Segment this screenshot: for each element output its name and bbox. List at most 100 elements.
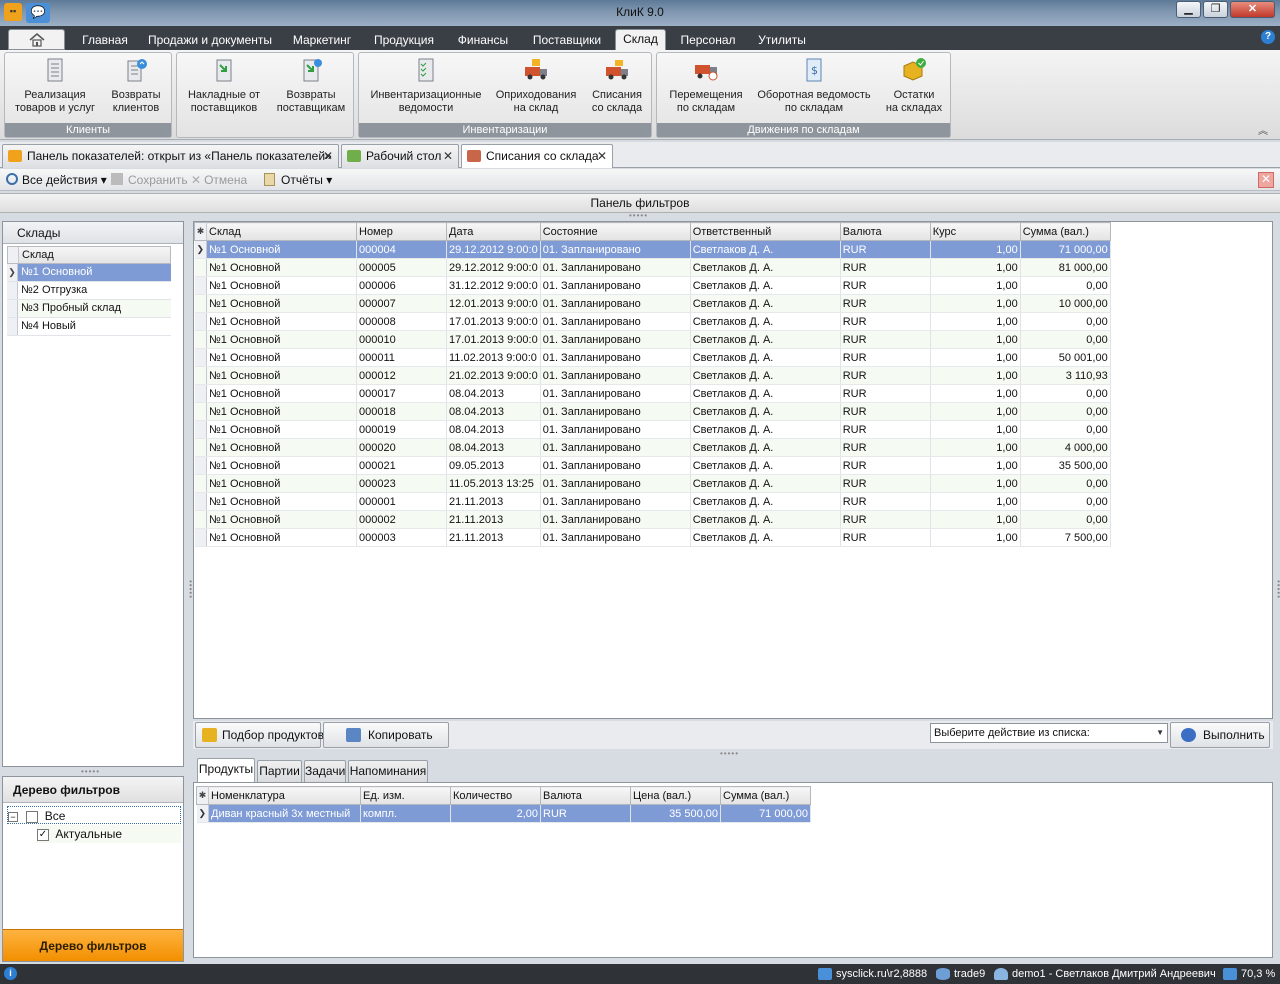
pick-products-button[interactable]: Подбор продуктов [195,722,324,748]
cell-currency[interactable]: RUR [840,240,931,259]
column-header-currency[interactable]: Валюта [540,786,631,805]
all-actions-button[interactable]: Все действия ▾ [6,172,107,188]
cell-number[interactable]: 000001 [356,492,447,511]
cell-responsible[interactable]: Светлаков Д. А. [690,528,841,547]
tab-personnel[interactable]: Персонал [674,32,742,50]
client-returns-button[interactable]: Возвраты клиентов [103,57,169,121]
table-row[interactable]: №1 Основной 000001 21.11.2013 01. Запланиро… [194,492,1111,511]
table-row[interactable]: №1 Основной 000005 29.12.2012 9:00:0 01. За… [194,258,1111,277]
cell-date[interactable]: 21.11.2013 [446,528,541,547]
app-icon[interactable]: ▪▪ [4,3,22,21]
column-header-status[interactable]: Состояние [539,222,691,241]
cell-rate[interactable]: 1,00 [930,330,1021,349]
close-panel-button[interactable]: ✕ [1258,172,1274,188]
doc-tab-writeoffs[interactable]: Списания со склада ✕ [461,144,613,168]
column-header-number[interactable]: Номер [356,222,447,241]
tab-warehouse[interactable]: Склад [615,29,666,50]
table-row[interactable]: №1 Основной 000010 17.01.2013 9:00:0 01. За… [194,330,1111,349]
cell-amount[interactable]: 0,00 [1020,492,1111,511]
cell-responsible[interactable]: Светлаков Д. А. [690,420,841,439]
cell-warehouse[interactable]: №1 Основной [206,384,357,403]
cell-rate[interactable]: 1,00 [930,384,1021,403]
table-row[interactable]: №1 Основной 000019 08.04.2013 01. Запланиро… [194,420,1111,439]
cell-warehouse[interactable]: №1 Основной [206,276,357,295]
table-row[interactable]: №1 Основной 000012 21.02.2013 9:00:0 01. За… [194,366,1111,385]
cell-rate[interactable]: 1,00 [930,528,1021,547]
cell-date[interactable]: 17.01.2013 9:00:0 [446,330,541,349]
table-row[interactable]: ❯ №1 Основной 000004 29.12.2012 9:00:0 01. З… [194,240,1111,259]
info-icon[interactable]: i [4,967,17,980]
splitter-grip[interactable]: ••••• [1274,580,1280,599]
column-header-quantity[interactable]: Количество [450,786,541,805]
warehouse-row[interactable]: №4 Новый [7,318,171,336]
cell-number[interactable]: 000017 [356,384,447,403]
cell-warehouse[interactable]: №1 Основной [206,402,357,421]
tab-sales-documents[interactable]: Продажи и документы [144,32,276,50]
cell-warehouse[interactable]: №1 Основной [206,474,357,493]
cell-warehouse[interactable]: №1 Основной [206,312,357,331]
cell-warehouse[interactable]: №1 Основной [206,240,357,259]
cell-status[interactable]: 01. Запланировано [540,384,691,403]
tab-finance[interactable]: Финансы [448,32,518,50]
table-row[interactable]: №1 Основной 000020 08.04.2013 01. Запланиро… [194,438,1111,457]
cell-responsible[interactable]: Светлаков Д. А. [690,438,841,457]
close-icon[interactable]: ✕ [597,145,607,167]
column-header-rate[interactable]: Курс [929,222,1021,241]
cell-responsible[interactable]: Светлаков Д. А. [690,348,841,367]
cell-number[interactable]: 000008 [356,312,447,331]
cell-date[interactable]: 29.12.2012 9:00:0 [446,240,541,259]
cell-number[interactable]: 000019 [356,420,447,439]
cell-number[interactable]: 000010 [356,330,447,349]
collapse-ribbon-icon[interactable]: ︽ [1258,122,1268,137]
cell-status[interactable]: 01. Запланировано [540,294,691,313]
tab-home[interactable] [8,29,65,50]
table-row[interactable]: №1 Основной 000011 11.02.2013 9:00:0 01. За… [194,348,1111,367]
cell-rate[interactable]: 1,00 [930,438,1021,457]
column-header-price[interactable]: Цена (вал.) [630,786,721,805]
tab-utilities[interactable]: Утилиты [750,32,814,50]
minimize-button[interactable]: ▁ [1176,1,1201,18]
cell-rate[interactable]: 1,00 [930,240,1021,259]
table-row[interactable]: №1 Основной 000021 09.05.2013 01. Запланиро… [194,456,1111,475]
warehouses-column-header[interactable]: Склад [7,246,171,264]
cell-status[interactable]: 01. Запланировано [540,402,691,421]
cell-rate[interactable]: 1,00 [930,258,1021,277]
column-header-warehouse[interactable]: Склад [206,222,357,241]
cell-status[interactable]: 01. Запланировано [540,438,691,457]
cell-price[interactable]: 35 500,00 [630,804,721,823]
cell-responsible[interactable]: Светлаков Д. А. [690,276,841,295]
cell-currency[interactable]: RUR [840,420,931,439]
cell-rate[interactable]: 1,00 [930,492,1021,511]
column-header-responsible[interactable]: Ответственный [689,222,841,241]
cell-responsible[interactable]: Светлаков Д. А. [690,456,841,475]
cell-date[interactable]: 08.04.2013 [446,384,541,403]
cell-warehouse[interactable]: №1 Основной [206,510,357,529]
cell-status[interactable]: 01. Запланировано [540,510,691,529]
splitter-grip[interactable]: ••••• [629,211,648,220]
cell-date[interactable]: 29.12.2012 9:00:0 [446,258,541,277]
cell-responsible[interactable]: Светлаков Д. А. [690,312,841,331]
cell-number[interactable]: 000002 [356,510,447,529]
cell-currency[interactable]: RUR [840,348,931,367]
table-row[interactable]: №1 Основной 000023 11.05.2013 13:25 01. Зап… [194,474,1111,493]
cell-responsible[interactable]: Светлаков Д. А. [690,258,841,277]
cell-number[interactable]: 000004 [356,240,447,259]
cell-rate[interactable]: 1,00 [930,348,1021,367]
cell-currency[interactable]: RUR [840,492,931,511]
cell-currency[interactable]: RUR [540,804,631,823]
doc-tab-desktop[interactable]: Рабочий стол ✕ [341,144,459,168]
cell-currency[interactable]: RUR [840,438,931,457]
select-all-icon[interactable]: ✱ [194,222,207,241]
cell-date[interactable]: 21.02.2013 9:00:0 [446,366,541,385]
cell-number[interactable]: 000020 [356,438,447,457]
cell-number[interactable]: 000021 [356,456,447,475]
cell-currency[interactable]: RUR [840,474,931,493]
cell-status[interactable]: 01. Запланировано [540,456,691,475]
execute-button[interactable]: Выполнить [1170,722,1270,748]
cell-warehouse[interactable]: №1 Основной [206,420,357,439]
table-row[interactable]: №1 Основной 000018 08.04.2013 01. Запланиро… [194,402,1111,421]
cell-amount[interactable]: 0,00 [1020,330,1111,349]
select-all-icon[interactable]: ✱ [196,786,209,805]
chat-icon[interactable]: 💬 [26,3,50,23]
cell-rate[interactable]: 1,00 [930,294,1021,313]
